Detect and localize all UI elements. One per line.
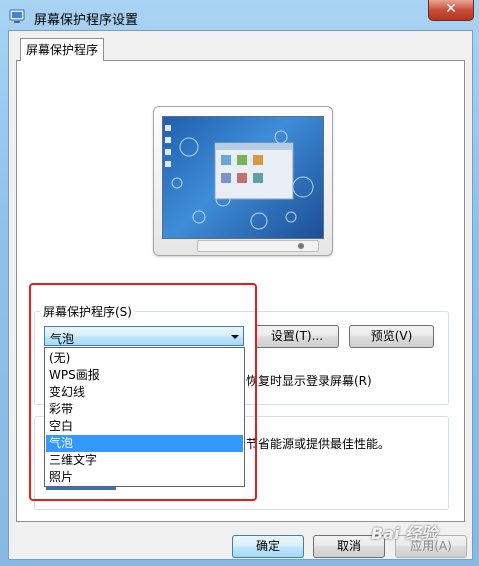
list-item[interactable]: (无) <box>46 350 243 367</box>
preview-button[interactable]: 预览(V) <box>349 325 434 348</box>
watermark: Bai 经验 <box>371 524 438 543</box>
chevron-down-icon[interactable] <box>231 335 239 339</box>
power-light-icon <box>298 243 304 249</box>
tab-screensaver[interactable]: 屏幕保护程序 <box>20 38 104 61</box>
list-item[interactable]: 三维文字 <box>46 452 243 469</box>
preview-screen <box>162 116 324 239</box>
screensaver-dropdown-list[interactable]: (无) WPS画报 变幻线 彩带 空白 气泡 三维文字 照片 <box>44 347 245 487</box>
screensaver-group-label: 屏幕保护程序(S) <box>40 303 135 320</box>
screensaver-app-icon <box>9 8 25 24</box>
ok-button[interactable]: 确定 <box>232 535 304 558</box>
list-item-selected[interactable]: 气泡 <box>46 435 243 452</box>
list-item[interactable]: 空白 <box>46 418 243 435</box>
resume-logon-label[interactable]: 恢复时显示登录屏幕(R) <box>246 372 372 389</box>
window-title: 屏幕保护程序设置 <box>34 13 139 28</box>
power-settings-link[interactable] <box>46 487 116 490</box>
list-item[interactable]: WPS画报 <box>46 367 243 384</box>
power-description: 节省能源或提供最佳性能。 <box>246 437 391 451</box>
close-button[interactable]: ✕ <box>428 0 474 21</box>
list-item[interactable]: 照片 <box>46 469 243 486</box>
settings-button[interactable]: 设置(T)... <box>255 325 339 348</box>
screensaver-select-value: 气泡 <box>50 332 75 346</box>
list-item[interactable]: 彩带 <box>46 401 243 418</box>
list-item[interactable]: 变幻线 <box>46 384 243 401</box>
